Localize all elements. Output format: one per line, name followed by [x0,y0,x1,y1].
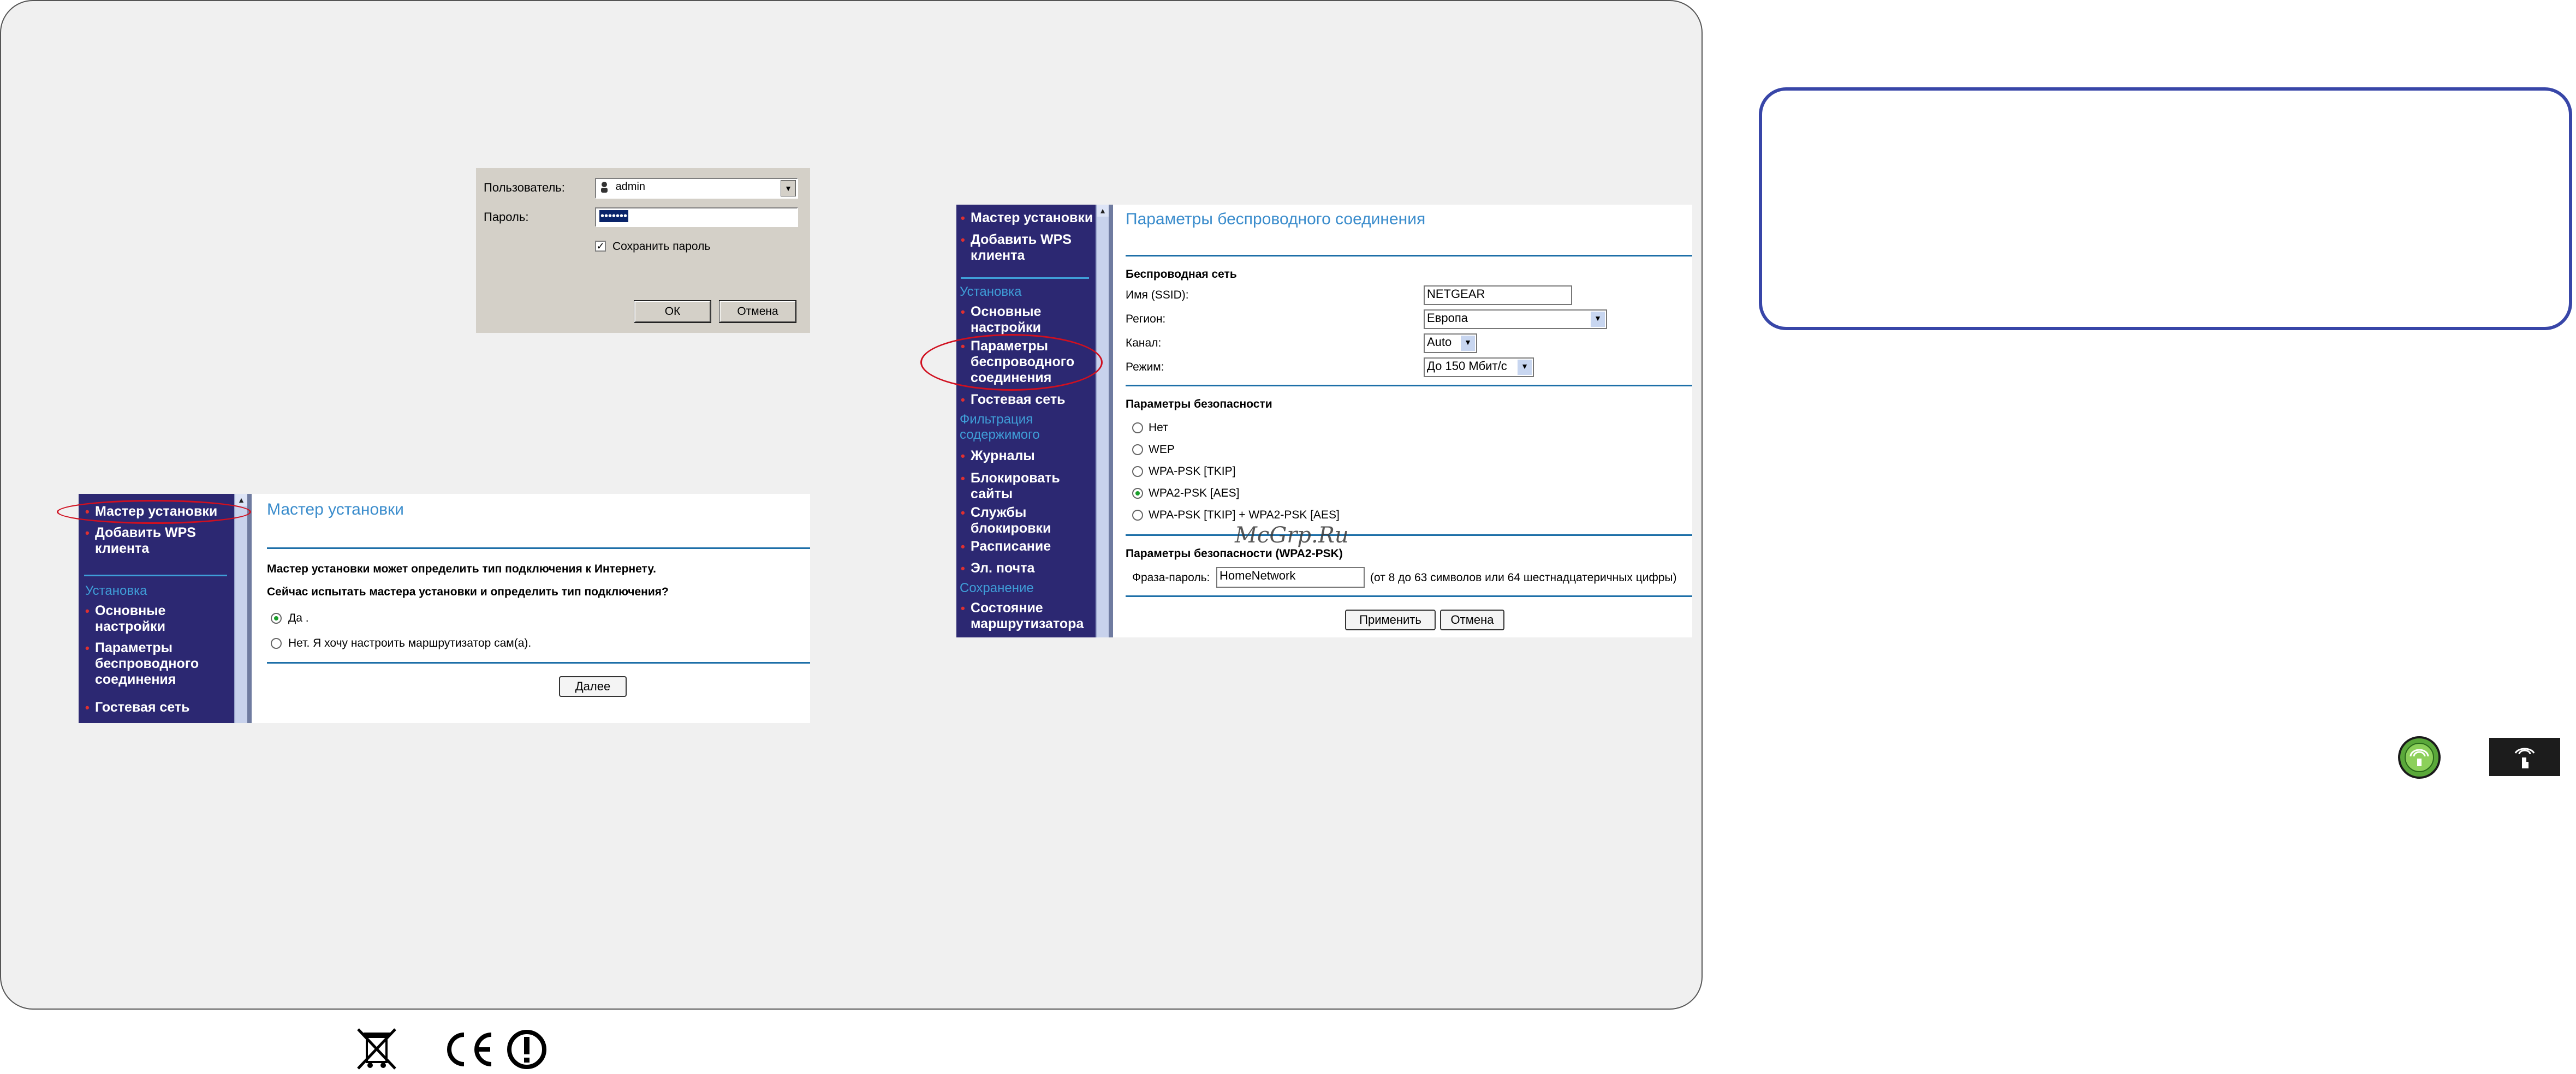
security-option-mixed: WPA-PSK [TKIP] + WPA2-PSK [AES] [1149,509,1340,521]
content-rule [267,662,810,664]
frame-separator [1109,205,1113,637]
nav-block-sites[interactable]: • Блокировать сайты [961,470,1088,502]
channel-label: Канал: [1126,337,1162,349]
option-no-label: Нет. Я хочу настроить маршрутизатор сам(… [288,637,532,649]
passphrase-input[interactable]: HomeNetwork [1216,567,1365,588]
wps-push-icon [2489,738,2560,776]
highlight-ellipse-wizard [57,500,251,524]
security-option-none: Нет [1149,421,1168,434]
security-option-wep: WEP [1149,443,1175,456]
nav-router-status[interactable]: • Состояние маршрутизатора [961,600,1095,632]
channel-select[interactable]: Auto ▼ [1424,333,1477,353]
wizard-text-2: Сейчас испытать мастера установки и опре… [267,586,669,598]
page-title: Мастер установки [267,500,404,518]
nav-guest-network[interactable]: • Гостевая сеть [961,392,1088,408]
login-dialog: Пользователь: admin ▼ Пароль: ••••••• ✓ … [476,168,810,333]
sidebar-scrollbar[interactable]: ▲ [1096,205,1109,637]
passphrase-hint: (от 8 до 63 символов или 64 шестнадцатер… [1370,571,1677,584]
wireless-screen: • Мастер установки • Добавить WPS клиента … [956,205,1692,637]
nav-wireless-settings[interactable]: • Параметры беспроводного соединения [85,640,226,688]
ssid-input[interactable]: NETGEAR [1424,285,1572,305]
page-title: Параметры беспроводного соединения [1126,210,1426,228]
password-label: Пароль: [484,210,529,224]
chevron-down-icon[interactable]: ▼ [1461,336,1475,351]
user-combo[interactable]: admin ▼ [595,178,798,199]
cancel-button[interactable]: Отмена [1440,610,1504,630]
channel-value: Auto [1427,335,1452,349]
alert-circle-icon [507,1029,547,1070]
radio-no[interactable] [271,638,282,649]
nav-logs[interactable]: • Журналы [961,448,1088,464]
radio-security-wpa2-aes[interactable] [1132,488,1143,499]
region-value: Европа [1427,311,1468,325]
user-icon [599,181,609,193]
region-label: Регион: [1126,313,1166,325]
nav-basic-settings[interactable]: • Основные настройки [85,603,226,635]
nav-section-content-filtering: Фильтрация содержимого [960,412,1040,442]
ok-button[interactable]: ОК [634,300,711,323]
wizard-screen: • Мастер установки • Добавить WPS клиента … [79,494,810,723]
title-rule [267,547,810,549]
nav-add-wps-client[interactable]: • Добавить WPS клиента [961,232,1095,264]
cancel-button[interactable]: Отмена [719,300,796,323]
nav-add-wps-client[interactable]: • Добавить WPS клиента [85,525,231,557]
sidebar: • Мастер установки • Добавить WPS клиента … [956,205,1096,637]
title-rule [1126,255,1692,256]
section-rule [1126,534,1692,536]
user-label: Пользователь: [484,181,565,194]
option-yes-label: Да . [288,612,309,624]
password-field[interactable]: ••••••• [595,207,798,227]
radio-security-mixed[interactable] [1132,510,1143,521]
security-option-wpa-tkip: WPA-PSK [TKIP] [1149,465,1236,478]
next-button[interactable]: Далее [559,676,627,697]
highlight-ellipse-wireless [920,334,1103,391]
nav-schedule[interactable]: • Расписание [961,539,1088,554]
wireless-network-heading: Беспроводная сеть [1126,268,1237,281]
watermark: McGrp.Ru [1235,523,1349,548]
mode-select[interactable]: До 150 Мбит/с ▼ [1424,357,1534,377]
radio-security-wep[interactable] [1132,444,1143,455]
wps-button-icon [2397,736,2441,779]
ce-mark-icon [442,1030,497,1069]
mode-value: До 150 Мбит/с [1427,359,1507,373]
passphrase-label: Фраза-пароль: [1132,571,1210,584]
region-select[interactable]: Европа ▼ [1424,309,1607,329]
nav-section-setup: Установка [960,284,1022,299]
nav-divider [84,575,227,576]
radio-yes[interactable] [271,613,282,624]
wpa2-heading: Параметры безопасности (WPA2-PSK) [1126,547,1343,560]
nav-section-setup: Установка [85,583,147,598]
radio-security-none[interactable] [1132,422,1143,433]
scroll-up-icon[interactable]: ▲ [1097,205,1109,217]
wizard-text-1: Мастер установки может определить тип по… [267,563,657,575]
nav-section-maintenance: Сохранение [960,581,1034,595]
mode-label: Режим: [1126,361,1164,373]
sidebar: • Мастер установки • Добавить WPS клиента … [79,494,234,723]
remember-label: Сохранить пароль [612,240,711,253]
combo-arrow-icon[interactable]: ▼ [781,180,796,196]
section-rule [1126,595,1692,597]
nav-block-services[interactable]: • Службы блокировки [961,505,1088,536]
nav-setup-wizard[interactable]: • Мастер установки [961,210,1095,226]
nav-guest-network[interactable]: • Гостевая сеть [85,700,226,715]
security-heading: Параметры безопасности [1126,398,1272,410]
security-option-wpa2-aes: WPA2-PSK [AES] [1149,487,1240,499]
radio-security-wpa-tkip[interactable] [1132,466,1143,477]
ssid-label: Имя (SSID): [1126,289,1189,301]
apply-button[interactable]: Применить [1345,610,1436,630]
user-value: admin [615,181,646,193]
chevron-down-icon[interactable]: ▼ [1591,312,1605,327]
nav-divider [961,277,1089,279]
scroll-up-icon[interactable]: ▲ [235,494,247,506]
section-rule [1126,385,1692,386]
weee-bin-icon [355,1027,398,1071]
sidebar-scrollbar[interactable]: ▲ [234,494,247,723]
frame-separator [247,494,252,723]
callout-box [1759,87,2572,330]
nav-basic-settings[interactable]: • Основные настройки [961,304,1088,336]
chevron-down-icon[interactable]: ▼ [1518,360,1532,375]
remember-checkbox[interactable]: ✓ [595,241,606,252]
nav-email[interactable]: • Эл. почта [961,560,1088,576]
password-value: ••••••• [599,210,629,222]
